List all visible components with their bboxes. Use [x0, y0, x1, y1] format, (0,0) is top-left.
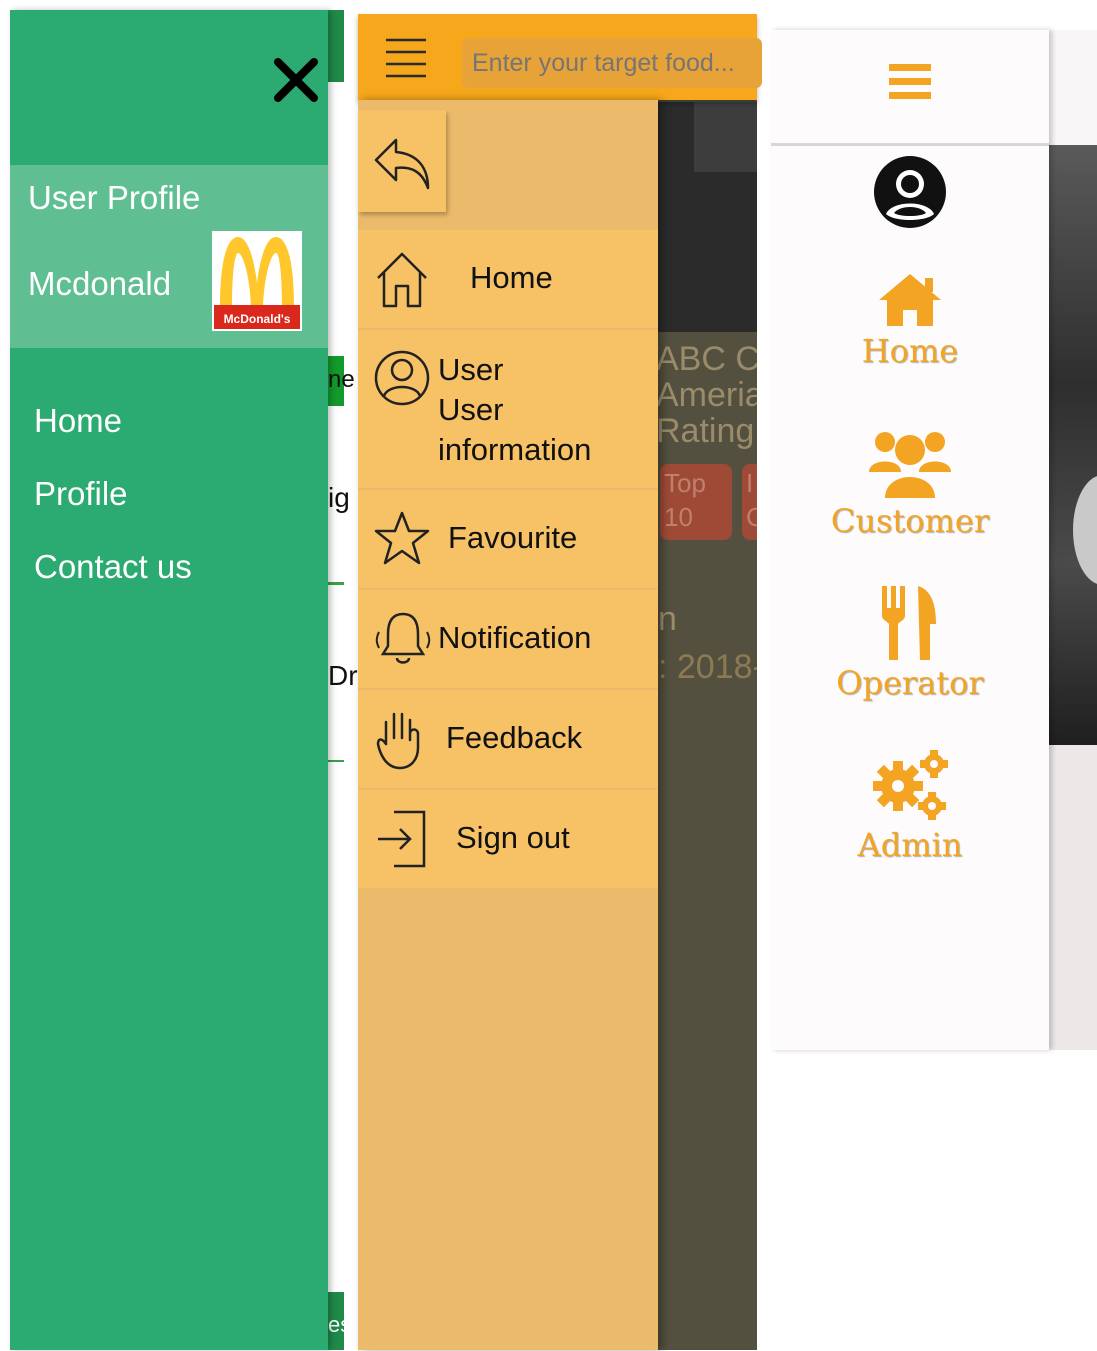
star-icon	[374, 511, 430, 565]
underlay-text: ne	[328, 366, 355, 393]
background-photo	[1049, 145, 1097, 745]
restaurant-name: ABC Ca	[656, 340, 757, 378]
back-button[interactable]	[358, 110, 446, 212]
underlay-divider	[328, 760, 344, 762]
nav-profile[interactable]: Profile	[34, 475, 128, 513]
close-icon[interactable]	[272, 56, 320, 104]
menu-item-label: information	[438, 432, 592, 467]
users-group-icon	[869, 432, 951, 498]
underlay-text: Dr	[328, 660, 358, 691]
menu-item-label: Sign out	[456, 820, 570, 855]
white-side-menu: Home Customer Operator Admin	[771, 30, 1049, 1050]
orange-side-drawer: Home User User information Favourite Not…	[358, 100, 658, 1350]
underlay-text: ig	[328, 482, 350, 513]
home-icon	[879, 274, 941, 326]
underlay-text: es	[328, 1312, 352, 1337]
nav-customer[interactable]: Customer	[771, 422, 1049, 540]
bell-icon	[375, 612, 431, 664]
logo-text: McDonald's	[224, 312, 291, 326]
avatar-icon[interactable]	[870, 152, 950, 232]
nav-operator[interactable]: Operator	[771, 584, 1049, 702]
menu-item-favourite[interactable]: Favourite	[358, 490, 658, 590]
tag-pill: Top 10	[660, 464, 732, 540]
menu-item-label: Notification	[438, 620, 592, 655]
underlay-divider	[328, 582, 344, 585]
hand-icon	[376, 712, 420, 770]
background-header	[1049, 30, 1097, 145]
profile-title: User Profile	[28, 179, 201, 216]
background-date: : 2018-(	[658, 648, 757, 686]
nav-admin[interactable]: Admin	[771, 748, 1049, 864]
nav-contact-us[interactable]: Contact us	[34, 548, 192, 586]
menu-item-notification[interactable]: Notification	[358, 590, 658, 690]
user-profile-card: User Profile Mcdonald McDonald's	[10, 165, 328, 348]
hamburger-menu-icon[interactable]	[887, 60, 933, 104]
background-plate	[1073, 475, 1097, 585]
restaurant-rating: Rating: 4	[656, 412, 757, 450]
menu-item-home[interactable]: Home	[358, 230, 658, 330]
menu-item-feedback[interactable]: Feedback	[358, 690, 658, 790]
underlay-green-strip	[328, 10, 344, 82]
gears-icon	[873, 750, 948, 820]
tag-pill-text: I	[746, 468, 754, 498]
menu-item-sign-out[interactable]: Sign out	[358, 790, 658, 890]
sign-out-icon	[378, 810, 426, 868]
menu-item-user-information[interactable]: User User information	[358, 330, 658, 490]
restaurant-cuisine: Amerian	[656, 376, 757, 414]
hamburger-menu-icon[interactable]	[384, 36, 428, 80]
orange-top-bar	[358, 14, 762, 100]
menu-item-label: User	[438, 352, 504, 387]
nav-label: Operator	[836, 664, 984, 702]
restaurant-image-detail	[694, 102, 757, 172]
menu-item-label: Feedback	[446, 720, 583, 755]
home-icon	[377, 252, 427, 308]
background-text: n	[658, 600, 677, 638]
nav-label: Home	[861, 332, 959, 370]
utensils-icon	[882, 586, 936, 660]
nav-home[interactable]: Home	[34, 402, 122, 440]
search-input[interactable]	[462, 38, 762, 88]
nav-label: Admin	[857, 826, 963, 864]
user-icon	[374, 350, 430, 406]
menu-item-label: User	[438, 392, 504, 427]
nav-home[interactable]: Home	[771, 270, 1049, 370]
back-arrow-icon	[374, 138, 430, 190]
tag-pill-text: Top	[664, 468, 706, 498]
profile-name: Mcdonald	[28, 265, 172, 302]
tag-pill-text: 10	[664, 502, 693, 532]
menu-item-label: Favourite	[448, 520, 578, 555]
nav-label: Customer	[830, 502, 990, 540]
mcdonalds-logo: McDonald's	[212, 231, 302, 331]
tag-pill-text: C	[746, 502, 757, 532]
green-side-drawer: User Profile Mcdonald McDonald's Home Pr…	[10, 10, 328, 1350]
tag-pill: I C	[742, 464, 757, 540]
menu-header	[771, 30, 1049, 146]
menu-item-label: Home	[470, 260, 553, 295]
panel3-background-content	[1049, 30, 1097, 1050]
